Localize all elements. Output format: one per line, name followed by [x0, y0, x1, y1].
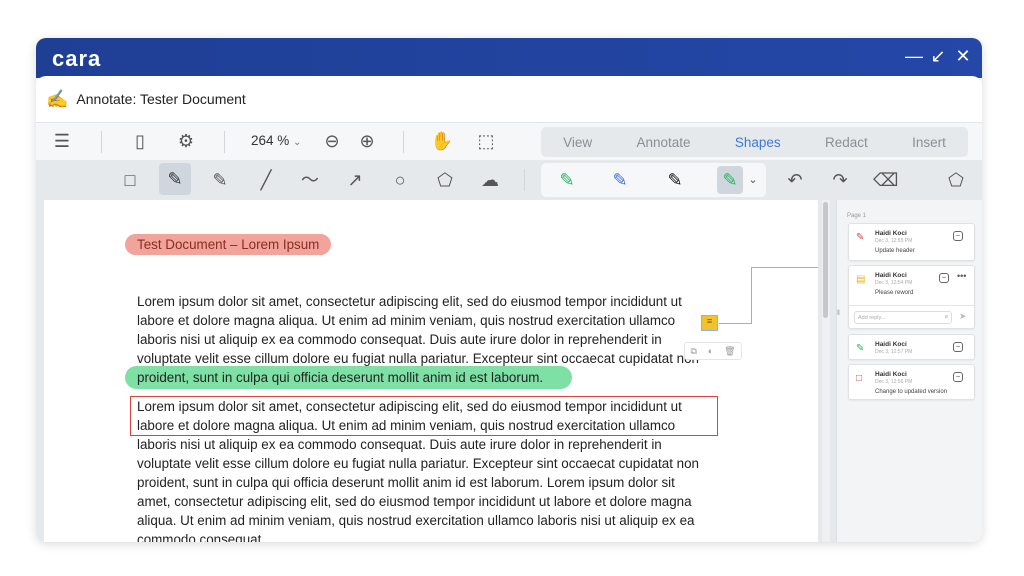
menu-icon[interactable]: ☰: [50, 131, 74, 151]
restore-icon[interactable]: ↙: [928, 46, 948, 67]
document-settings-icon[interactable]: ⚙: [174, 131, 198, 151]
polyline-tool-icon[interactable]: 〜: [298, 170, 322, 190]
line-tool-icon[interactable]: ╱: [254, 170, 278, 190]
eraser-icon[interactable]: ⌫: [873, 170, 898, 190]
collapse-icon[interactable]: −: [953, 372, 963, 382]
send-icon[interactable]: ➤: [959, 311, 967, 322]
chevron-down-icon[interactable]: ⌄: [741, 170, 765, 190]
polygon-icon[interactable]: ⬠: [944, 170, 968, 190]
rectangle-tool-icon[interactable]: □: [118, 170, 142, 190]
tab-redact[interactable]: Redact: [825, 135, 868, 150]
note-annotation-icon[interactable]: ≡: [701, 315, 718, 331]
blue-pen-icon[interactable]: ✎: [608, 170, 632, 190]
app-window: cara — ↙ ✕ ✍ Annotate: Tester Document ☰…: [36, 38, 982, 542]
zoom-in-icon[interactable]: ⊕: [355, 131, 379, 151]
sidebar-toggle-icon[interactable]: ▯: [128, 131, 152, 151]
zoom-out-icon[interactable]: ⊖: [320, 131, 344, 151]
panel-resize-handle[interactable]: ‖: [837, 310, 840, 317]
paragraph-1: Lorem ipsum dolor sit amet, consectetur …: [137, 294, 699, 385]
current-pen-icon[interactable]: ✎: [717, 166, 743, 194]
minimize-icon[interactable]: —: [904, 46, 924, 67]
annotation-actions: ⧉ ◐ 🗑: [684, 342, 742, 360]
main-toolbar: ☰ ▯ ⚙ 264 % ⌄ ⊖ ⊕ ✋ ⬚ View Annotate Shap…: [36, 122, 982, 160]
shapes-toolbar: □ ✎ ✎ ╱ 〜 ↗ ○ ⬠ ☁ ✎ ✎ ✎ ✎ ⌄ ↶ ↷ ⌫ ⬠: [36, 160, 982, 200]
tab-shapes[interactable]: Shapes: [735, 135, 781, 150]
comments-panel: Page 1 ‖ ✎ Haidi Koci Dec 3, 12:55 PM Upda…: [836, 200, 982, 542]
page-label: Page 1: [847, 213, 867, 219]
collapse-icon[interactable]: −: [939, 273, 949, 283]
collapse-icon[interactable]: −: [953, 342, 963, 352]
document-header: ✍ Annotate: Tester Document: [36, 76, 982, 122]
title-bar: cara — ↙ ✕: [36, 38, 982, 78]
cara-logo: cara: [52, 46, 102, 71]
highlighter-tool-icon[interactable]: ✎: [159, 163, 191, 195]
pen-color-group: ✎ ✎ ✎ ✎ ⌄: [541, 163, 766, 197]
sign-document-icon: ✍: [46, 88, 69, 109]
zoom-value: 264 %: [251, 133, 290, 148]
pen-tool-icon[interactable]: ✎: [208, 170, 232, 190]
copy-icon[interactable]: ⧉: [690, 346, 696, 357]
collapse-icon[interactable]: −: [953, 231, 963, 241]
comment-card-active[interactable]: ▤ Haidi Koci Dec 3, 12:54 PM Please reword…: [848, 265, 975, 329]
rectangle-icon: □: [856, 373, 863, 384]
circle-tool-icon[interactable]: ○: [388, 170, 412, 190]
vertical-scrollbar[interactable]: [822, 200, 830, 542]
pan-hand-icon[interactable]: ✋: [430, 131, 454, 151]
green-pen-icon: ✎: [856, 343, 865, 354]
attach-icon: ⌀: [944, 314, 948, 320]
color-palette-icon[interactable]: ◐: [708, 346, 713, 356]
reply-input[interactable]: Add reply... ⌀: [854, 311, 952, 324]
polygon-tool-icon[interactable]: ⬠: [433, 170, 457, 190]
black-pen-icon[interactable]: ✎: [663, 170, 687, 190]
document-page: Test Document – Lorem Ipsum Lorem ipsum …: [44, 200, 818, 542]
highlighted-heading[interactable]: Test Document – Lorem Ipsum: [125, 234, 332, 255]
tab-annotate[interactable]: Annotate: [637, 135, 691, 150]
cloud-tool-icon[interactable]: ☁: [478, 170, 502, 190]
redo-icon[interactable]: ↷: [828, 170, 852, 190]
document-viewer: Test Document – Lorem Ipsum Lorem ipsum …: [36, 200, 836, 542]
tab-insert[interactable]: Insert: [912, 135, 946, 150]
select-area-icon[interactable]: ⬚: [474, 131, 498, 151]
paragraph-2: Lorem ipsum dolor sit amet, consectetur …: [137, 399, 699, 542]
comment-card[interactable]: ✎ Haidi Koci Dec 3, 12:57 PM −: [848, 334, 975, 360]
undo-icon[interactable]: ↶: [783, 170, 807, 190]
more-options-icon[interactable]: •••: [957, 271, 966, 281]
close-icon[interactable]: ✕: [953, 46, 973, 67]
comment-card[interactable]: □ Haidi Koci Dec 3, 12:56 PM Change to upd…: [848, 364, 975, 400]
zoom-select[interactable]: 264 % ⌄: [251, 133, 301, 148]
document-title: Annotate: Tester Document: [76, 91, 246, 107]
trash-icon[interactable]: 🗑: [724, 346, 735, 357]
red-pen-icon: ✎: [856, 232, 865, 243]
mode-tabs: View Annotate Shapes Redact Insert: [541, 127, 968, 157]
tab-view[interactable]: View: [563, 135, 592, 150]
arrow-tool-icon[interactable]: ↗: [343, 170, 367, 190]
green-pen-icon[interactable]: ✎: [555, 170, 579, 190]
note-icon: ▤: [856, 274, 866, 285]
comment-card[interactable]: ✎ Haidi Koci Dec 3, 12:55 PM Update header…: [848, 223, 975, 261]
